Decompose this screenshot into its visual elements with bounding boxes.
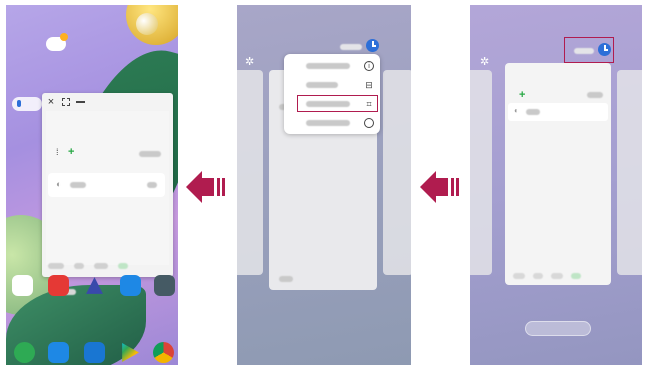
add-icon[interactable]: + — [68, 146, 74, 158]
clear-all-button[interactable] — [525, 321, 591, 336]
calendar-icon[interactable] — [120, 275, 141, 296]
menu-indicator-icon: ⁞ — [56, 147, 59, 157]
popup-window[interactable]: × + ⁞ ◐ — [42, 93, 173, 295]
gear-icon[interactable]: ✲ — [480, 57, 489, 68]
settings-app-icon[interactable] — [154, 275, 175, 296]
popup-footer — [48, 263, 168, 271]
left-arrow-icon — [420, 171, 462, 203]
add-icon[interactable]: + — [519, 89, 525, 101]
app-options-menu: i ⊟ ⌗ — [284, 54, 380, 134]
menu-item-app-info[interactable]: i — [284, 57, 380, 75]
toggle-icon: ◐ — [56, 179, 62, 189]
wallpaper-sphere — [136, 13, 158, 35]
app-folder-icon[interactable] — [12, 275, 33, 296]
split-icon: ⊟ — [365, 80, 373, 90]
messages-icon[interactable] — [48, 342, 69, 363]
phone-icon[interactable] — [14, 342, 35, 363]
list-header-text — [139, 151, 161, 157]
youtube-icon[interactable] — [48, 275, 69, 296]
left-arrow-icon — [186, 171, 228, 203]
recent-app-card-left[interactable] — [237, 70, 263, 275]
app-icon-highlight — [564, 37, 614, 63]
app-name-text — [340, 44, 362, 50]
expand-icon[interactable] — [62, 97, 70, 106]
list-item-value — [147, 182, 157, 188]
info-icon: i — [364, 61, 374, 71]
list-item[interactable]: ◐ — [508, 103, 608, 121]
compass-icon — [364, 118, 374, 128]
popup-title-bar: × — [42, 93, 173, 110]
gear-icon[interactable]: ✲ — [245, 57, 254, 68]
list-item[interactable]: ◐ — [48, 173, 165, 197]
camera-icon[interactable] — [84, 342, 105, 363]
phone-recent-apps: + ◐ ✲ — [470, 5, 642, 365]
menu-item-split-screen[interactable]: ⊟ — [284, 76, 380, 94]
recent-app-card-right[interactable] — [617, 70, 642, 275]
clock-icon[interactable] — [366, 39, 379, 52]
phone-home-popup: × + ⁞ ◐ — [6, 5, 178, 365]
minimize-icon[interactable] — [76, 101, 85, 103]
recent-app-card-left[interactable] — [470, 70, 492, 275]
menu-item-lock[interactable] — [284, 114, 380, 132]
popup-content: + ⁞ ◐ — [46, 111, 169, 295]
list-item-text — [70, 182, 86, 188]
recent-app-card-right[interactable] — [383, 70, 411, 275]
popup-view-highlight — [297, 95, 378, 112]
chrome-icon[interactable] — [153, 342, 174, 363]
weather-sun-icon — [60, 33, 68, 41]
close-icon[interactable]: × — [46, 96, 56, 107]
card-footer — [513, 273, 581, 279]
mic-icon — [17, 100, 21, 107]
tutorial-figure: × + ⁞ ◐ ✲ i ⊟ ⌗ + ◐ ✲ — [0, 0, 647, 369]
recent-app-card[interactable]: + ◐ — [505, 63, 611, 285]
